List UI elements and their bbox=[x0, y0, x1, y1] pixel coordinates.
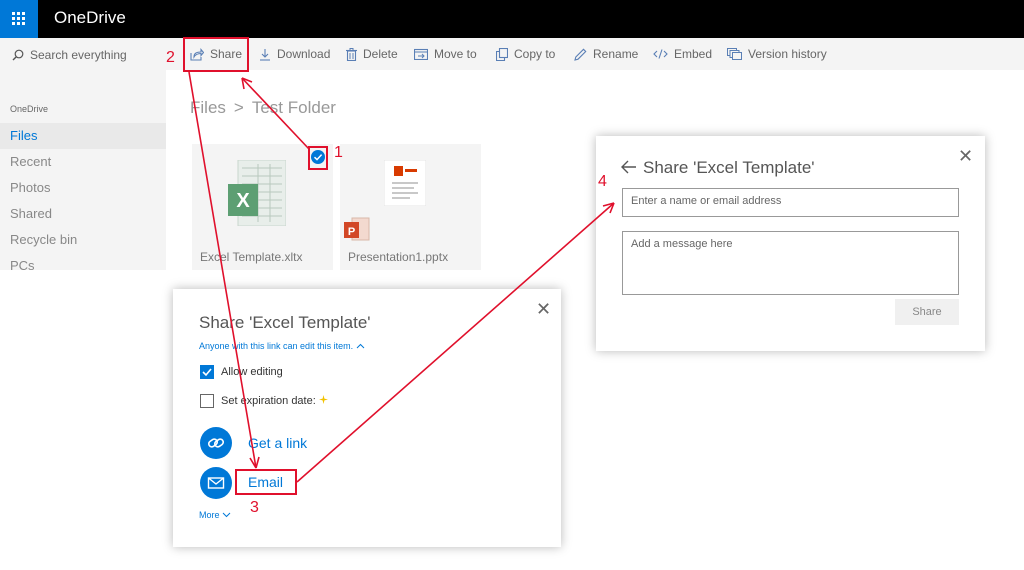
nav-item-shared[interactable]: Shared bbox=[0, 201, 166, 227]
annotation-box-email bbox=[235, 469, 297, 495]
rename-pencil-icon bbox=[574, 48, 587, 61]
version-history-button[interactable]: Version history bbox=[727, 38, 827, 70]
download-icon bbox=[260, 48, 270, 61]
nav-item-recent[interactable]: Recent bbox=[0, 149, 166, 175]
app-title[interactable]: OneDrive bbox=[54, 8, 126, 28]
allow-editing-label: Allow editing bbox=[221, 366, 283, 378]
embed-code-icon bbox=[653, 49, 668, 59]
move-to-icon bbox=[414, 48, 428, 60]
nav-heading: OneDrive bbox=[10, 104, 49, 114]
left-navigation: Search everything OneDrive Files Recent … bbox=[0, 38, 166, 273]
recipient-placeholder: Enter a name or email address bbox=[631, 195, 782, 207]
rename-label: Rename bbox=[593, 47, 639, 61]
chevron-up-icon bbox=[356, 343, 364, 349]
top-bar: OneDrive bbox=[0, 0, 1024, 38]
delete-label: Delete bbox=[363, 47, 398, 61]
back-arrow-icon[interactable] bbox=[621, 160, 637, 174]
copy-to-button[interactable]: Copy to bbox=[496, 38, 555, 70]
expiration-checkbox[interactable] bbox=[200, 394, 214, 408]
breadcrumb-root[interactable]: Files bbox=[190, 98, 226, 117]
share-dialog: ✕ Share 'Excel Template' Anyone with thi… bbox=[173, 289, 561, 547]
breadcrumb: Files > Test Folder bbox=[190, 98, 336, 118]
svg-text:X: X bbox=[236, 190, 250, 212]
email-button[interactable] bbox=[200, 467, 232, 499]
share-dialog-title: Share 'Excel Template' bbox=[199, 313, 371, 332]
expiration-label: Set expiration date: bbox=[221, 395, 328, 407]
search-box[interactable]: Search everything bbox=[12, 48, 127, 62]
annotation-number-1: 1 bbox=[334, 144, 343, 161]
breadcrumb-separator: > bbox=[233, 98, 244, 117]
link-permission-link[interactable]: Anyone with this link can edit this item… bbox=[199, 341, 365, 351]
close-icon[interactable]: ✕ bbox=[958, 147, 973, 165]
nav-item-photos[interactable]: Photos bbox=[0, 175, 166, 201]
svg-text:P: P bbox=[348, 226, 355, 238]
excel-file-icon: X bbox=[228, 160, 286, 226]
annotation-number-4: 4 bbox=[598, 173, 607, 190]
allow-editing-checkbox[interactable] bbox=[200, 365, 214, 379]
copy-icon bbox=[496, 47, 508, 61]
version-history-label: Version history bbox=[748, 47, 827, 61]
move-to-button[interactable]: Move to bbox=[414, 38, 477, 70]
file-name[interactable]: Excel Template.xltx bbox=[200, 250, 303, 264]
file-name[interactable]: Presentation1.pptx bbox=[348, 250, 448, 264]
delete-button[interactable]: Delete bbox=[346, 38, 398, 70]
link-icon bbox=[207, 438, 225, 448]
get-link-label[interactable]: Get a link bbox=[248, 435, 307, 451]
nav-item-pcs[interactable]: PCs bbox=[0, 253, 166, 279]
recipient-input[interactable]: Enter a name or email address bbox=[622, 188, 959, 217]
nav-item-recycle-bin[interactable]: Recycle bin bbox=[0, 227, 166, 253]
breadcrumb-current: Test Folder bbox=[251, 98, 336, 117]
powerpoint-file-icon: P bbox=[344, 217, 370, 241]
annotation-box-checkmark bbox=[308, 146, 328, 170]
version-history-icon bbox=[727, 48, 742, 60]
copy-to-label: Copy to bbox=[514, 47, 556, 61]
email-share-button[interactable]: Share bbox=[895, 299, 959, 325]
rename-button[interactable]: Rename bbox=[574, 38, 638, 70]
email-envelope-icon bbox=[207, 477, 225, 489]
annotation-number-3: 3 bbox=[250, 499, 259, 516]
search-placeholder[interactable]: Search everything bbox=[30, 48, 127, 62]
annotation-number-2: 2 bbox=[166, 49, 175, 66]
office-slide-thumbnail bbox=[384, 160, 426, 206]
embed-button[interactable]: Embed bbox=[653, 38, 712, 70]
download-label: Download bbox=[277, 47, 331, 61]
chevron-down-icon bbox=[222, 512, 231, 518]
command-bar: Share Download Delete Move to Copy to Re… bbox=[166, 38, 1024, 70]
nav-item-files[interactable]: Files bbox=[0, 123, 166, 149]
trash-icon bbox=[346, 47, 357, 61]
move-to-label: Move to bbox=[434, 47, 477, 61]
get-link-button[interactable] bbox=[200, 427, 232, 459]
message-placeholder: Add a message here bbox=[631, 238, 733, 250]
message-textarea[interactable]: Add a message here bbox=[622, 231, 959, 295]
annotation-box-share bbox=[183, 37, 249, 72]
download-button[interactable]: Download bbox=[259, 38, 330, 70]
close-icon[interactable]: ✕ bbox=[536, 300, 551, 318]
embed-label: Embed bbox=[674, 47, 713, 61]
email-dialog-title: Share 'Excel Template' bbox=[643, 158, 815, 177]
search-icon bbox=[12, 49, 24, 61]
file-tile-powerpoint[interactable]: P Presentation1.pptx bbox=[340, 144, 481, 270]
app-launcher-icon[interactable] bbox=[0, 0, 38, 38]
more-options-link[interactable]: More bbox=[199, 510, 231, 520]
premium-sparkle-icon bbox=[318, 395, 328, 404]
